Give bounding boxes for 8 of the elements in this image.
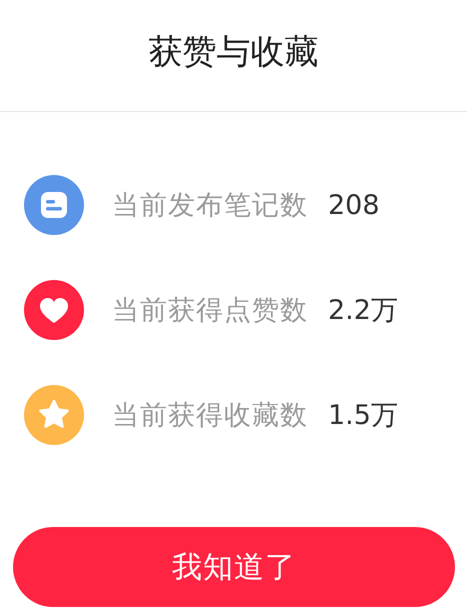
dialog-title: 获赞与收藏	[148, 30, 318, 74]
stat-value: 208	[328, 190, 380, 220]
stat-label: 当前发布笔记数	[112, 189, 309, 223]
confirm-button[interactable]: 我知道了	[13, 527, 455, 607]
stat-label: 当前获得点赞数	[112, 294, 309, 328]
stat-value: 2.2万	[328, 294, 398, 328]
stat-value: 1.5万	[328, 399, 398, 433]
stat-label: 当前获得收藏数	[112, 399, 309, 433]
